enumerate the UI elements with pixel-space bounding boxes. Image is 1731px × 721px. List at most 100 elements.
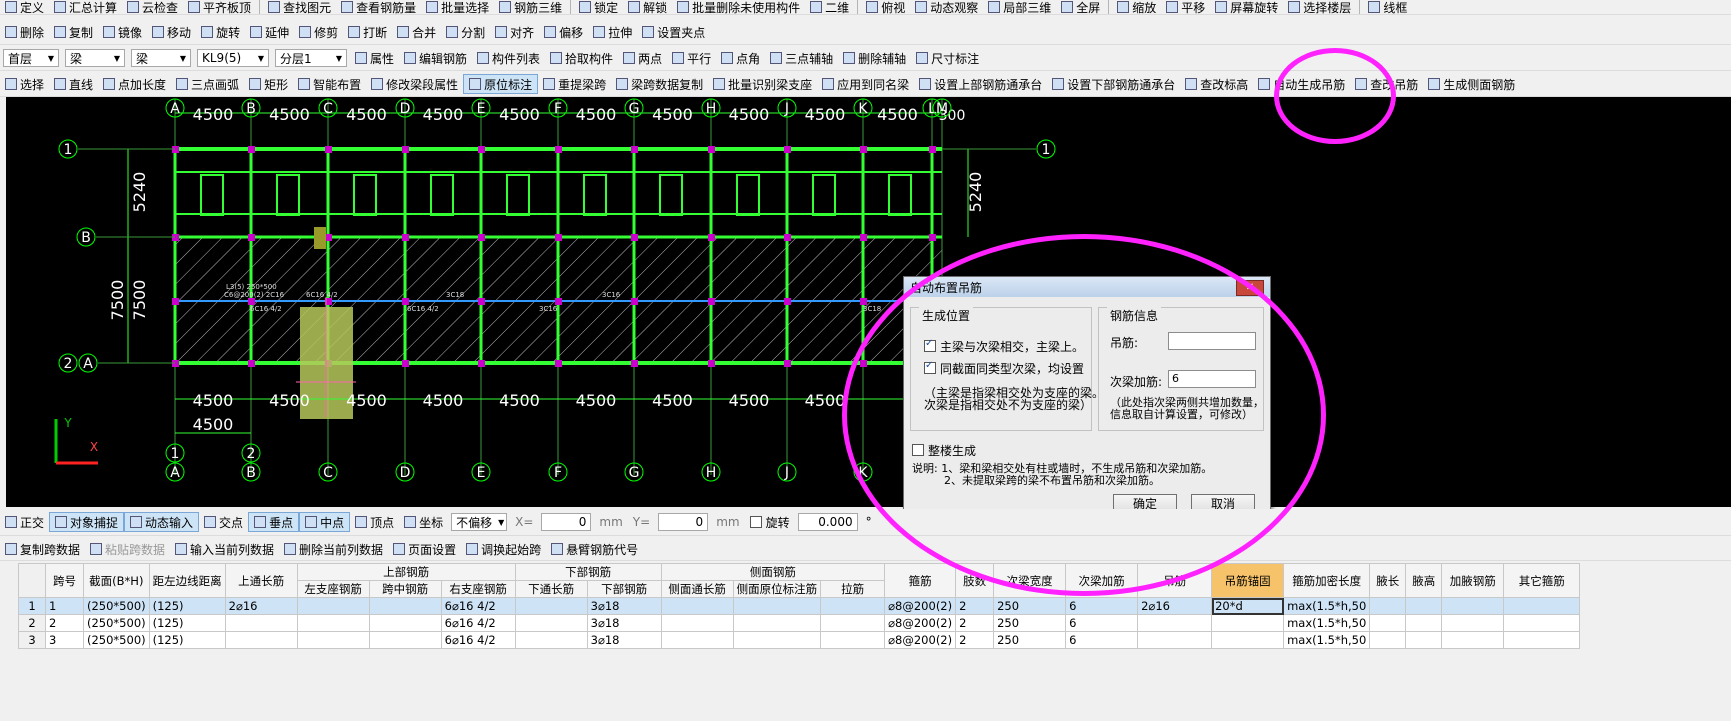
- table-cell[interactable]: [820, 631, 886, 649]
- table-cell[interactable]: [224, 631, 298, 649]
- table-cell[interactable]: [732, 631, 822, 649]
- table-cell[interactable]: 1: [45, 597, 84, 615]
- status-item-6-button[interactable]: 顶点: [350, 509, 399, 535]
- table-cell[interactable]: [1441, 631, 1505, 649]
- toolbar4-item-17-button[interactable]: 生成侧面钢筋: [1423, 72, 1520, 96]
- close-button[interactable]: ✕: [1236, 280, 1264, 296]
- secondary-beam-rebar-input[interactable]: 6: [1168, 370, 1256, 388]
- table-cell[interactable]: [1369, 597, 1407, 615]
- toolbar4-item-8-button[interactable]: 重提梁跨: [538, 72, 611, 96]
- table-cell[interactable]: [1211, 614, 1285, 632]
- table-cell[interactable]: [660, 631, 734, 649]
- whole-building-option[interactable]: 整楼生成: [912, 442, 976, 459]
- offset-select[interactable]: 不偏移 ▼: [451, 513, 508, 531]
- y-input[interactable]: 0: [658, 513, 709, 531]
- toolbar1-item-17-button[interactable]: 平移: [1161, 0, 1210, 14]
- toolbar4-item-16-button[interactable]: 查改吊筋: [1350, 72, 1423, 96]
- table-cell[interactable]: [732, 614, 822, 632]
- status-item-3-button[interactable]: 交点: [199, 509, 248, 535]
- table-cell[interactable]: 2: [45, 614, 84, 632]
- toolbar3-item-3-button[interactable]: 拾取构件: [545, 46, 618, 70]
- toolbar2-item-4-button[interactable]: 旋转: [196, 20, 245, 44]
- table-cell[interactable]: (250*500): [83, 614, 150, 632]
- table-cell[interactable]: max(1.5*h,50: [1283, 631, 1371, 649]
- table-row[interactable]: 1 1 (250*500) (125) 2⌀16 6⌀16 4/2 3⌀18 ⌀8@200(2…: [18, 597, 1581, 615]
- toolbar4-item-2-button[interactable]: 点加长度: [98, 72, 171, 96]
- toolbar4-item-7-button[interactable]: 原位标注: [463, 74, 539, 94]
- checkbox-same-section[interactable]: [924, 360, 936, 374]
- toolbar1-item-7-button[interactable]: 钢筋三维: [494, 0, 567, 14]
- table-cell[interactable]: (250*500): [83, 597, 150, 615]
- table-toolbar-item-0-button[interactable]: 复制跨数据: [0, 538, 85, 560]
- toolbar2-item-10-button[interactable]: 对齐: [490, 20, 539, 44]
- toolbar2-item-11-button[interactable]: 偏移: [539, 20, 588, 44]
- toolbar3-item-9-button[interactable]: 尺寸标注: [911, 46, 984, 70]
- table-cell[interactable]: [1503, 631, 1581, 649]
- checkbox-whole-building[interactable]: [912, 444, 924, 456]
- table-cell[interactable]: [296, 597, 370, 615]
- toolbar2-item-2-button[interactable]: 镜像: [98, 20, 147, 44]
- table-cell[interactable]: 3⌀18: [586, 614, 662, 632]
- table-cell[interactable]: [820, 597, 886, 615]
- table-cell[interactable]: [732, 597, 822, 615]
- toolbar3-item-1-button[interactable]: 编辑钢筋: [399, 46, 472, 70]
- table-cell[interactable]: ⌀8@200(2): [884, 614, 957, 632]
- table-cell[interactable]: 2: [955, 614, 995, 632]
- table-cell[interactable]: ⌀8@200(2): [884, 597, 957, 615]
- table-row[interactable]: 2 2 (250*500) (125) 6⌀16 4/2 3⌀18 ⌀8@200(2) 2 25…: [18, 614, 1581, 632]
- table-cell[interactable]: [1369, 631, 1407, 649]
- table-cell[interactable]: ⌀8@200(2): [884, 631, 957, 649]
- table-cell[interactable]: 2: [955, 597, 995, 615]
- subtype-select[interactable]: 梁 ▼: [131, 49, 191, 67]
- checkbox-main-beam[interactable]: [924, 338, 936, 352]
- table-cell[interactable]: 6: [1065, 597, 1139, 615]
- rotate-input[interactable]: 0.000: [797, 513, 858, 531]
- table-cell[interactable]: [1137, 614, 1213, 632]
- table-cell[interactable]: [1369, 614, 1407, 632]
- status-item-7-button[interactable]: 坐标: [399, 509, 448, 535]
- table-cell[interactable]: [1405, 631, 1443, 649]
- table-cell[interactable]: [1503, 614, 1581, 632]
- table-cell[interactable]: 6: [1065, 614, 1139, 632]
- toolbar1-item-19-button[interactable]: 选择楼层: [1283, 0, 1356, 14]
- table-cell[interactable]: [514, 614, 588, 632]
- toolbar3-item-4-button[interactable]: 两点: [618, 46, 667, 70]
- table-cell[interactable]: 6: [1065, 631, 1139, 649]
- table-row[interactable]: 3 3 (250*500) (125) 6⌀16 4/2 3⌀18 ⌀8@200(2) 2 25…: [18, 631, 1581, 649]
- table-cell[interactable]: [368, 614, 442, 632]
- toolbar4-item-3-button[interactable]: 三点画弧: [171, 72, 244, 96]
- toolbar1-item-4-button[interactable]: 查找图元: [263, 0, 336, 14]
- table-cell[interactable]: 250: [993, 597, 1067, 615]
- toolbar4-item-15-button[interactable]: 自动生成吊筋: [1253, 72, 1350, 96]
- table-cell[interactable]: 6⌀16 4/2: [440, 631, 516, 649]
- table-cell[interactable]: (125): [148, 597, 226, 615]
- toolbar1-item-12-button[interactable]: 俯视: [861, 0, 910, 14]
- table-cell[interactable]: [1211, 631, 1285, 649]
- table-cell[interactable]: [660, 614, 734, 632]
- status-item-4-button[interactable]: 垂点: [248, 512, 300, 532]
- table-cell[interactable]: 20*d: [1211, 597, 1285, 615]
- toolbar2-item-12-button[interactable]: 拉伸: [588, 20, 637, 44]
- table-cell[interactable]: [1441, 614, 1505, 632]
- toolbar1-item-16-button[interactable]: 缩放: [1112, 0, 1161, 14]
- table-toolbar-item-6-button[interactable]: 悬臂钢筋代号: [546, 538, 643, 560]
- toolbar1-item-3-button[interactable]: 平齐板顶: [183, 0, 256, 14]
- table-cell[interactable]: [1441, 597, 1505, 615]
- table-cell[interactable]: 250: [993, 614, 1067, 632]
- option-same-section[interactable]: 同截面同类型次梁，均设置: [924, 360, 1084, 377]
- toolbar2-item-13-button[interactable]: 设置夹点: [637, 20, 710, 44]
- layer-select[interactable]: 分层1 ▼: [275, 49, 347, 67]
- table-cell[interactable]: [224, 614, 298, 632]
- toolbar2-item-3-button[interactable]: 移动: [147, 20, 196, 44]
- table-cell[interactable]: 3⌀18: [586, 597, 662, 615]
- toolbar3-item-2-button[interactable]: 构件列表: [472, 46, 545, 70]
- table-cell[interactable]: 3: [45, 631, 84, 649]
- option-main-beam[interactable]: 主梁与次梁相交，主梁上。: [924, 338, 1084, 355]
- table-cell[interactable]: 2: [955, 631, 995, 649]
- toolbar3-item-6-button[interactable]: 点角: [716, 46, 765, 70]
- toolbar1-item-6-button[interactable]: 批量选择: [421, 0, 494, 14]
- toolbar4-item-10-button[interactable]: 批量识别梁支座: [708, 72, 817, 96]
- toolbar3-item-5-button[interactable]: 平行: [667, 46, 716, 70]
- component-name-select[interactable]: KL9(5) ▼: [197, 49, 269, 67]
- table-cell[interactable]: [296, 631, 370, 649]
